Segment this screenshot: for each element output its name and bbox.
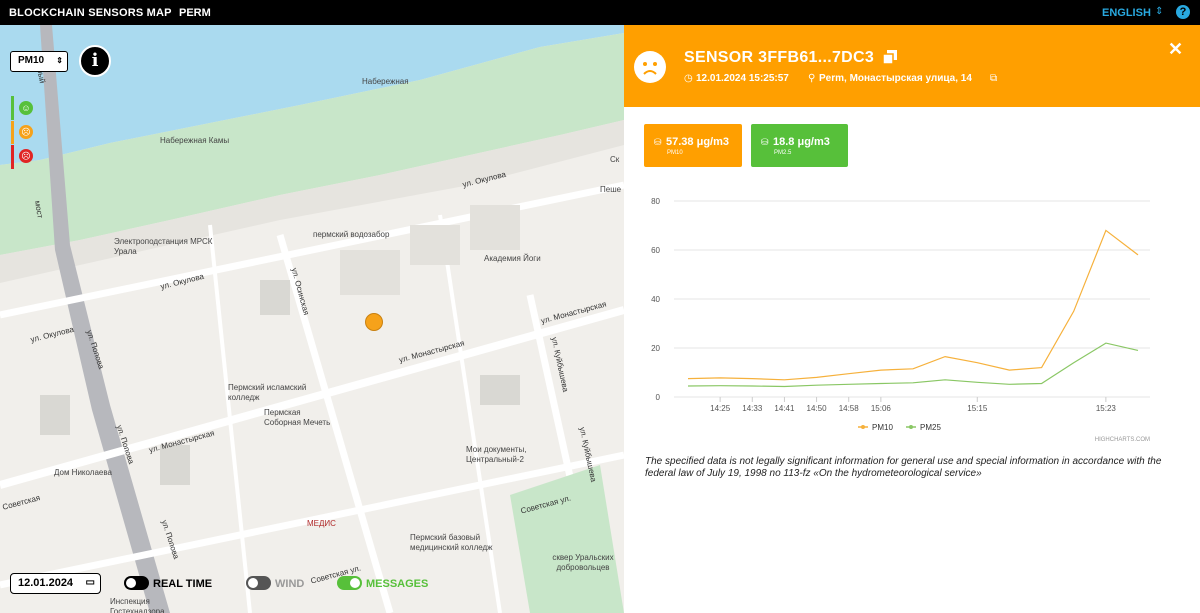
legend-bar-good	[11, 96, 14, 120]
series-line-pm25	[687, 342, 1139, 388]
sensor-address: Perm, Монастырская улица, 14	[819, 73, 972, 84]
y-tick-label: 80	[651, 197, 660, 206]
info-button[interactable]: i	[79, 45, 111, 77]
reading-label: PM2.5	[774, 150, 792, 156]
wind-toggle[interactable]	[246, 576, 271, 590]
reading-pm25: ⛁ 18.8 μg/m3 PM2.5	[751, 124, 848, 167]
place-label: Пермский исламский колледж	[228, 383, 307, 402]
language-selector[interactable]: ENGLISH	[1102, 7, 1151, 19]
reading-value: 18.8 μg/m3	[773, 136, 830, 148]
place-label: Электроподстанция МРСК Урала	[114, 237, 213, 256]
legend-bar-bad	[11, 145, 14, 169]
sensor-timestamp: 12.01.2024 15:25:57	[696, 73, 789, 84]
disclaimer: The specified data is not legally signif…	[645, 456, 1162, 479]
happy-face-icon[interactable]: ☺	[19, 101, 33, 115]
x-tick-label: 14:50	[807, 404, 828, 413]
place-label: Пермский базовый медицинский колледж	[410, 533, 493, 552]
square-park	[510, 465, 624, 613]
sensor-icon: ⛁	[654, 137, 662, 147]
sensor-icon: ⛁	[761, 137, 769, 147]
map[interactable]: Набережная Набережная Камы пермский водо…	[0, 25, 624, 613]
help-button[interactable]: ?	[1176, 5, 1190, 19]
language-arrow-icon[interactable]: ⇕	[1155, 6, 1163, 17]
date-picker[interactable]: 12.01.2024 ▭	[10, 573, 101, 594]
legend-item: PM25	[920, 423, 941, 432]
realtime-toggle[interactable]	[124, 576, 149, 590]
app-title[interactable]: BLOCKCHAIN SENSORS MAP	[9, 7, 172, 19]
reading-pm10: ⛁ 57.38 μg/m3 PM10	[644, 124, 742, 167]
reading-value: 57.38 μg/m3	[666, 136, 729, 148]
panel-header: SENSOR 3FFB61...7DC3 ✕ ◷ 12.01.2024 15:2…	[624, 25, 1200, 107]
clock-icon: ◷	[684, 73, 693, 84]
x-tick-label: 15:06	[871, 404, 892, 413]
legend-marker	[909, 425, 913, 429]
date-value: 12.01.2024	[18, 577, 74, 589]
messages-label: MESSAGES	[366, 578, 429, 590]
messages-toggle[interactable]	[337, 576, 362, 590]
pollutant-select-value: PM10	[18, 55, 45, 66]
external-link-icon[interactable]: ⧉	[990, 73, 997, 84]
place-label: Дом Николаева	[54, 468, 112, 477]
legend-marker	[861, 425, 865, 429]
place-label: Мои документы, Центральный-2	[466, 445, 527, 464]
sad-face-icon	[634, 51, 666, 83]
calendar-icon: ▭	[85, 577, 95, 588]
x-tick-label: 14:25	[710, 404, 731, 413]
place-label: Ск	[610, 155, 620, 164]
place-label: Инспекция Гостехнадзора	[110, 597, 165, 613]
sad-face-icon[interactable]: ☹	[19, 149, 33, 163]
place-label: Пермская Соборная Мечеть	[264, 408, 331, 427]
y-tick-label: 40	[651, 295, 660, 304]
place-label: МЕДИС	[307, 519, 336, 528]
wind-label: WIND	[275, 578, 305, 590]
y-tick-label: 60	[651, 246, 660, 255]
place-label: пермский водозабор	[313, 230, 390, 239]
x-tick-label: 14:58	[839, 404, 860, 413]
y-tick-label: 20	[651, 344, 660, 353]
x-tick-label: 14:33	[742, 404, 763, 413]
series-line-pm10	[687, 229, 1139, 381]
copy-icon[interactable]	[882, 50, 897, 65]
reading-label: PM10	[667, 150, 683, 156]
close-button[interactable]: ✕	[1168, 39, 1183, 60]
sensor-panel: SENSOR 3FFB61...7DC3 ✕ ◷ 12.01.2024 15:2…	[624, 25, 1200, 613]
legend-bar-medium	[11, 121, 14, 144]
place-label: Набережная Камы	[160, 136, 230, 145]
updown-arrow-icon: ⇕	[56, 56, 63, 65]
pollutant-select[interactable]: PM10 ⇕	[10, 51, 68, 72]
chart-credits: HIGHCHARTS.COM	[1095, 437, 1150, 443]
place-label: Набережная	[362, 77, 409, 86]
place-label: Академия Йоги	[484, 254, 541, 263]
sensor-marker[interactable]	[365, 313, 383, 331]
realtime-label: REAL TIME	[153, 578, 213, 590]
x-tick-label: 15:15	[967, 404, 988, 413]
pm-chart: 0 20 40 60 80 14:25 14:33 14:41 14:50 14:58 15:06 1…	[651, 197, 1150, 443]
location-pin-icon: ⚲	[808, 73, 816, 84]
neutral-face-icon[interactable]: ☹	[19, 125, 33, 139]
place-label: Пеше	[600, 185, 622, 194]
sensor-title: SENSOR 3FFB61...7DC3	[684, 49, 875, 66]
top-bar: BLOCKCHAIN SENSORS MAP PERM ENGLISH ⇕ ?	[0, 0, 1200, 25]
y-tick-label: 0	[656, 393, 661, 402]
x-tick-label: 15:23	[1096, 404, 1117, 413]
x-tick-label: 14:41	[774, 404, 795, 413]
city-name[interactable]: PERM	[179, 7, 211, 19]
place-label: сквер Уральских добровольцев	[552, 553, 614, 572]
legend-item: PM10	[872, 423, 893, 432]
